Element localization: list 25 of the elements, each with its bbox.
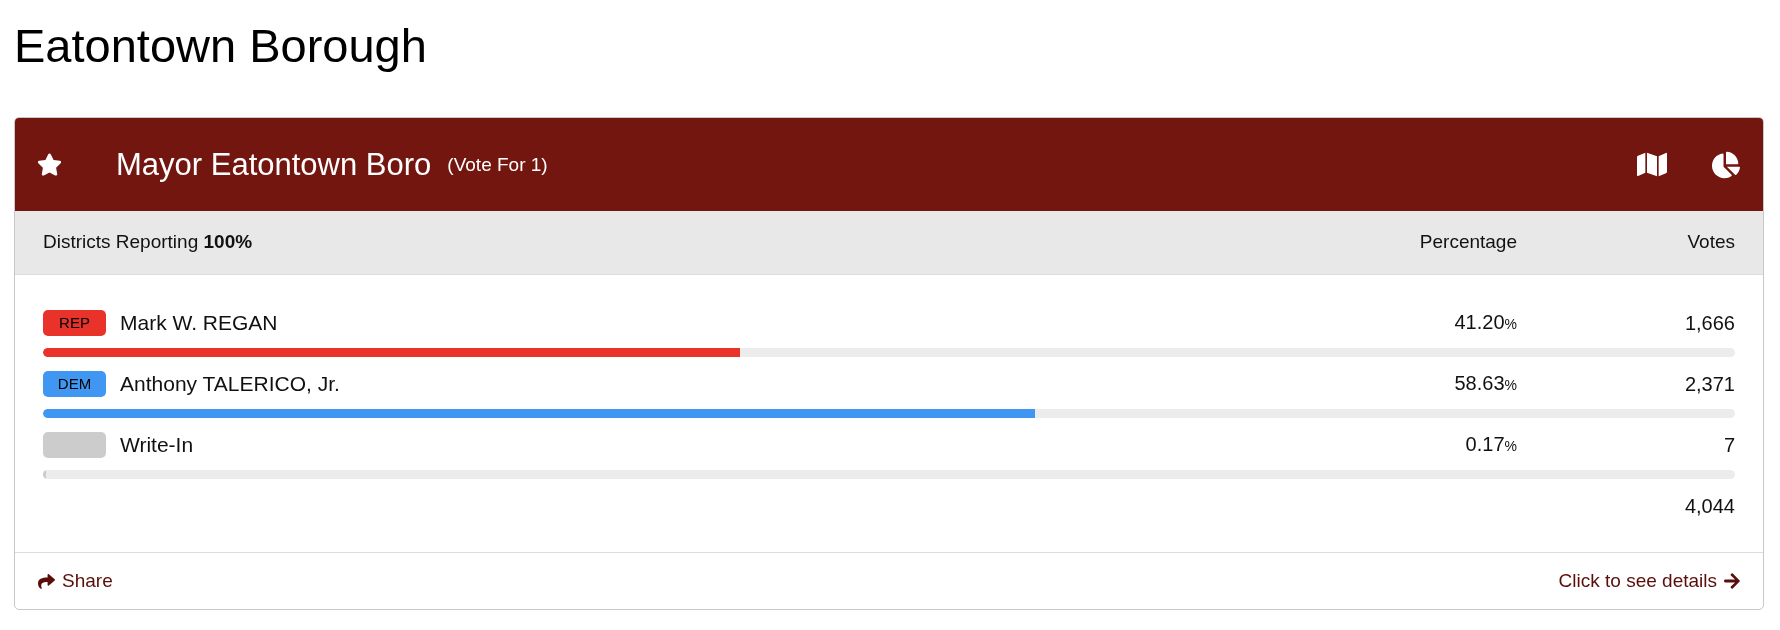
vote-for-note: (Vote For 1): [447, 152, 548, 177]
map-icon[interactable]: [1637, 151, 1667, 178]
candidate-name: Anthony TALERICO, Jr.: [120, 371, 341, 397]
contest-title: Mayor Eatontown Boro: [116, 145, 432, 184]
vote-count: 2,371: [1684, 372, 1735, 397]
vote-percentage: 58.63%: [1454, 371, 1517, 396]
vote-count: 7: [1723, 433, 1735, 458]
total-votes: 4,044: [1684, 494, 1735, 519]
candidate-name: Write-In: [120, 432, 195, 458]
page-title: Eatontown Borough: [14, 18, 427, 74]
vote-percentage: 0.17%: [1465, 432, 1517, 457]
details-link[interactable]: Click to see details: [1558, 566, 1741, 596]
party-badge: DEM: [43, 371, 106, 397]
vote-percentage: 41.20%: [1454, 310, 1517, 335]
pie-chart-icon[interactable]: [1712, 150, 1740, 179]
candidate-name: Mark W. REGAN: [120, 310, 279, 336]
arrow-right-icon: [1723, 572, 1741, 590]
vote-count: 1,666: [1684, 311, 1735, 336]
share-link[interactable]: Share: [37, 566, 113, 596]
star-icon[interactable]: [37, 152, 62, 177]
party-badge: REP: [43, 310, 106, 336]
column-header: Votes: [1686, 230, 1735, 255]
column-header: Percentage: [1419, 230, 1517, 255]
districts-reporting: Districts Reporting 100%: [43, 230, 254, 255]
share-icon: [37, 572, 56, 590]
